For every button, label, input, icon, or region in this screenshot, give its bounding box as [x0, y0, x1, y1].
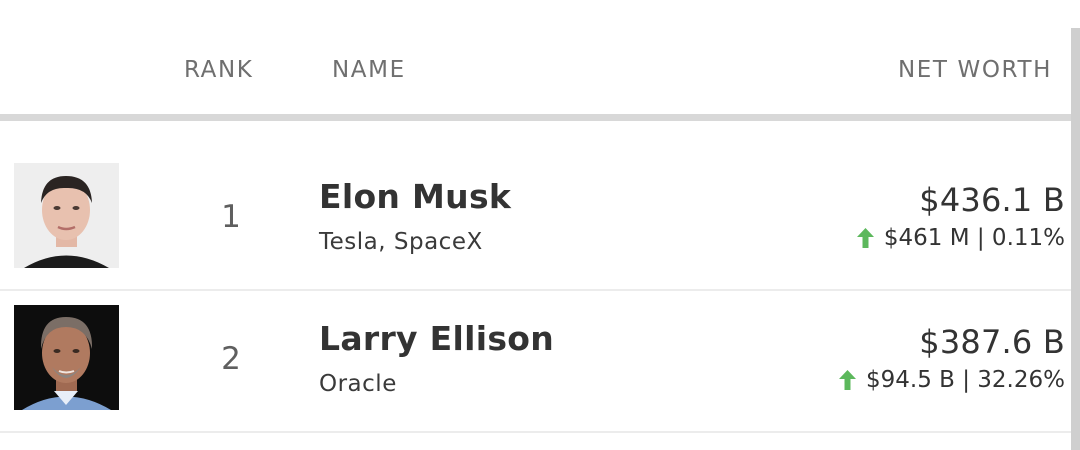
net-worth-change: $94.5 B | 32.26%: [838, 367, 1065, 393]
arrow-up-icon: [838, 370, 856, 390]
arrow-up-icon: [856, 228, 874, 248]
person-name-link[interactable]: Elon Musk: [319, 177, 511, 216]
scrollbar[interactable]: [1071, 28, 1080, 450]
net-worth-value: $387.6 B: [919, 323, 1065, 361]
row-divider: [0, 431, 1071, 433]
rank-value: 1: [221, 199, 241, 235]
change-text: $461 M | 0.11%: [883, 225, 1065, 251]
wealth-source: Oracle: [319, 371, 397, 397]
header-divider: [0, 114, 1080, 121]
table-row[interactable]: 2 Larry Ellison Oracle $387.6 B $94.5 B …: [0, 291, 1071, 433]
column-header-name[interactable]: NAME: [332, 57, 406, 83]
person-photo-icon: [14, 305, 119, 410]
avatar[interactable]: [14, 163, 119, 268]
avatar[interactable]: [14, 305, 119, 410]
change-text: $94.5 B | 32.26%: [865, 367, 1065, 393]
table-header: RANK NAME NET WORTH: [0, 0, 1080, 114]
column-header-rank[interactable]: RANK: [184, 57, 253, 83]
net-worth-value: $436.1 B: [919, 181, 1065, 219]
net-worth-change: $461 M | 0.11%: [856, 225, 1065, 251]
person-name-link[interactable]: Larry Ellison: [319, 319, 554, 358]
column-header-net-worth[interactable]: NET WORTH: [898, 57, 1052, 83]
rank-value: 2: [221, 341, 241, 377]
billionaires-table: RANK NAME NET WORTH 1 Elon Musk Tesla, S…: [0, 0, 1080, 450]
person-photo-icon: [14, 163, 119, 268]
wealth-source: Tesla, SpaceX: [319, 229, 483, 255]
table-row[interactable]: 1 Elon Musk Tesla, SpaceX $436.1 B $461 …: [0, 149, 1071, 291]
